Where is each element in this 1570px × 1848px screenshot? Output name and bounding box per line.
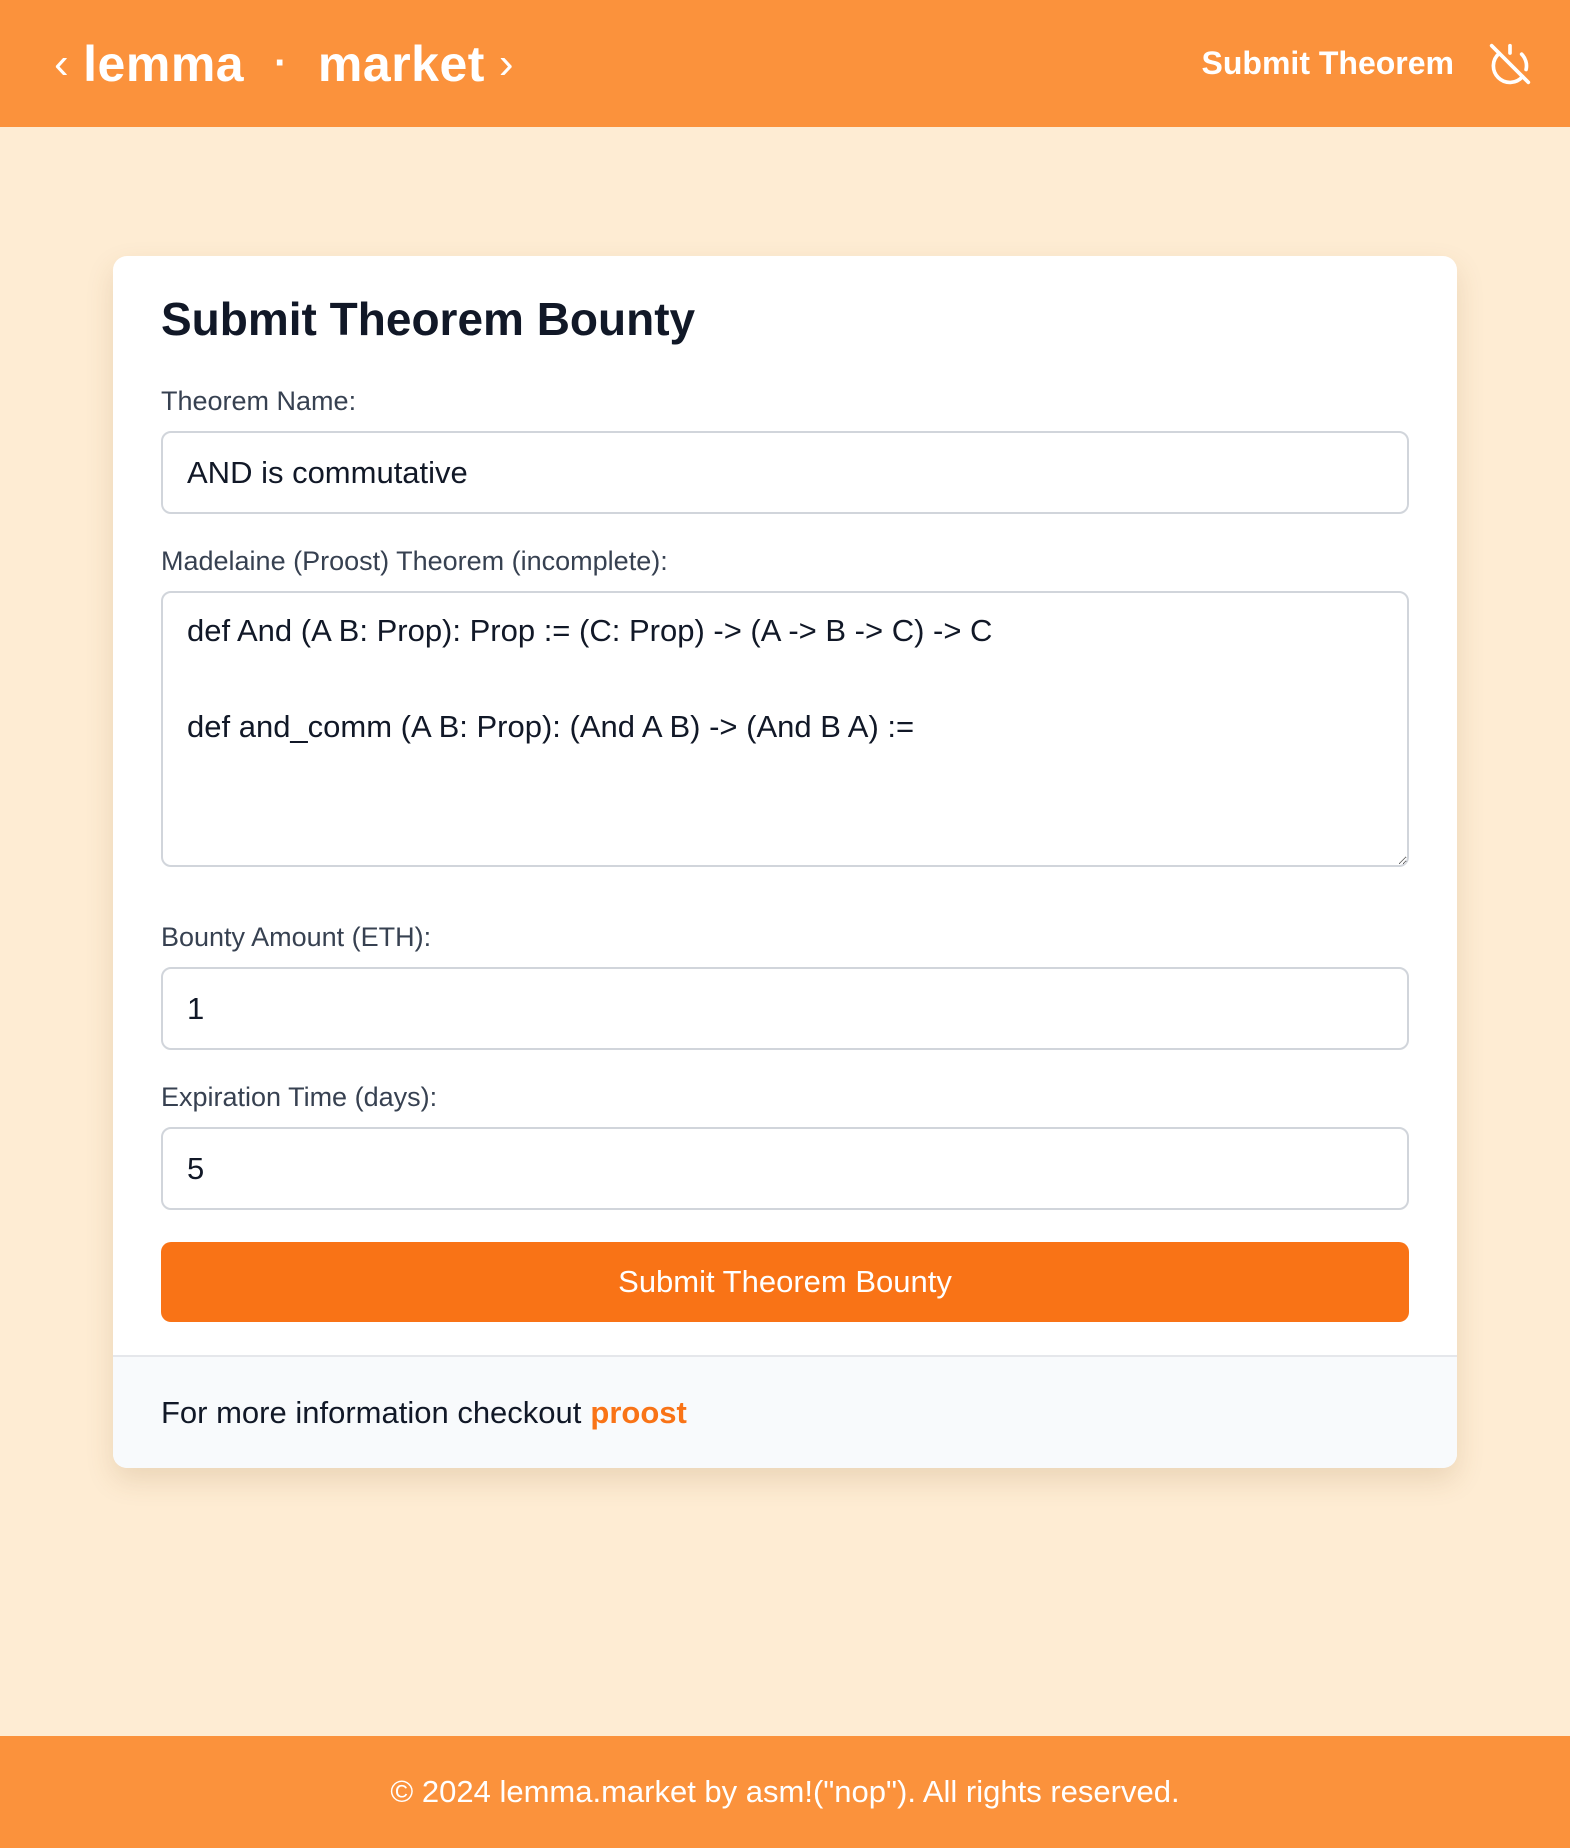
theorem-name-field: Theorem Name: [161,386,1409,514]
bounty-amount-field: Bounty Amount (ETH): [161,922,1409,1050]
theorem-name-label: Theorem Name: [161,386,357,416]
page-footer: © 2024 lemma.market by asm!("nop"). All … [0,1736,1570,1848]
power-off-icon[interactable] [1486,40,1534,88]
bounty-amount-input[interactable] [161,967,1409,1050]
expiration-input[interactable] [161,1127,1409,1210]
submit-theorem-link[interactable]: Submit Theorem [1202,45,1454,82]
copyright-text: © 2024 lemma.market by asm!("nop"). All … [390,1774,1180,1809]
theorem-code-textarea[interactable]: def And (A B: Prop): Prop := (C: Prop) -… [161,591,1409,867]
theorem-code-label: Madelaine (Proost) Theorem (incomplete): [161,546,668,576]
expiration-field: Expiration Time (days): [161,1082,1409,1210]
bounty-form-card: Submit Theorem Bounty Theorem Name: Made… [113,256,1457,1468]
more-info-text: For more information checkout [161,1394,582,1430]
card-body: Submit Theorem Bounty Theorem Name: Made… [113,256,1457,1322]
bounty-amount-label: Bounty Amount (ETH): [161,922,432,952]
form-title: Submit Theorem Bounty [161,293,696,345]
theorem-code-field: Madelaine (Proost) Theorem (incomplete):… [161,546,1409,872]
brand-separator: · [274,41,288,85]
top-navbar: ‹ lemma · market › Submit Theorem [0,0,1570,127]
brand-lemma: lemma [83,35,245,92]
brand-market: market [317,35,485,92]
nav-actions: Submit Theorem [1202,40,1534,88]
proost-link[interactable]: proost [590,1395,686,1431]
chevron-right-icon: › [498,38,515,88]
chevron-left-icon: ‹ [54,38,70,88]
submit-bounty-button[interactable]: Submit Theorem Bounty [161,1242,1409,1322]
expiration-label: Expiration Time (days): [161,1082,438,1112]
brand[interactable]: ‹ lemma · market › [40,35,528,93]
theorem-name-input[interactable] [161,431,1409,514]
card-footer: For more information checkout proost [113,1355,1457,1468]
